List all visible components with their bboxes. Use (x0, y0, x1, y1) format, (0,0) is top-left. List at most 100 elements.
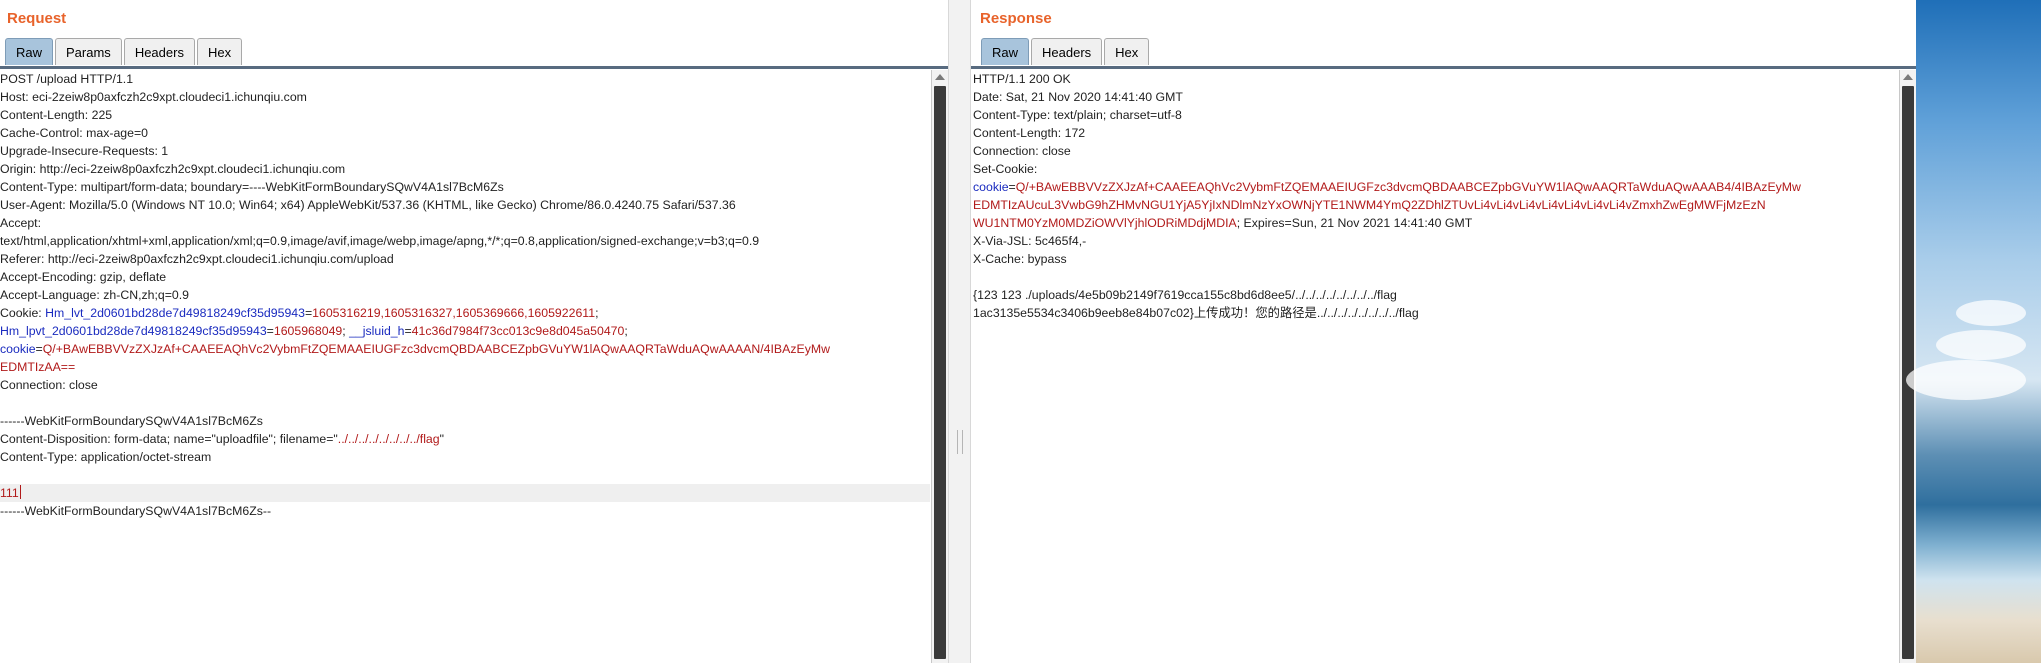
line-text: Accept-Encoding: gzip, deflate (0, 270, 167, 284)
line-text: Host: eci-2zeiw8p0axfczh2c9xpt.cloudeci1… (0, 90, 307, 104)
response-line: Content-Length: 172 (973, 124, 1898, 142)
request-scrollbar[interactable] (931, 70, 948, 663)
response-line: cookie=Q/+BAwEBBVVzZXJzAf+CAAEEAQhVc2Vyb… (973, 178, 1898, 196)
response-line: 1ac3135e5534c3406b9eeb8e84b07c02}上传成功！您的… (973, 304, 1898, 322)
line-text: Cache-Control: max-age=0 (0, 126, 148, 140)
request-line: Content-Type: application/octet-stream (0, 448, 930, 466)
line-text: Origin: http://eci-2zeiw8p0axfczh2c9xpt.… (0, 162, 346, 176)
line-text: ; (595, 306, 599, 320)
request-line: POST /upload HTTP/1.1 (0, 70, 930, 88)
param-value: EDMTIzAUcuL3VwbG9hZHMvNGU1YjA5YjIxNDlmNz… (973, 198, 1766, 212)
request-tab-hex[interactable]: Hex (196, 38, 243, 65)
param-value: Q/+BAwEBBVVzZXJzAf+CAAEEAQhVc2VybmFtZQEM… (42, 342, 830, 356)
request-editor[interactable]: POST /upload HTTP/1.1 Host: eci-2zeiw8p0a… (0, 70, 930, 663)
request-line (0, 394, 930, 412)
param-value: 111 (0, 486, 19, 500)
line-text: Content-Length: 225 (0, 108, 113, 122)
request-line: 111 (0, 484, 930, 502)
param-value: EDMTIzAA== (0, 360, 76, 374)
request-line: Cache-Control: max-age=0 (0, 124, 930, 142)
line-text: ; (624, 324, 628, 338)
line-text: Content-Type: application/octet-stream (0, 450, 212, 464)
request-tab-params[interactable]: Params (55, 38, 122, 65)
line-text: Set-Cookie: (973, 162, 1038, 176)
response-line: Set-Cookie: (973, 160, 1898, 178)
response-tab-hex[interactable]: Hex (1104, 38, 1150, 65)
request-tab-headers[interactable]: Headers (123, 38, 195, 65)
param-value: WU1NTM0YzM0MDZiOWVlYjhlODRiMDdjMDIA (973, 216, 1237, 230)
line-text: Referer: http://eci-2zeiw8p0axfczh2c9xpt… (0, 252, 394, 266)
line-text: ------WebKitFormBoundarySQwV4A1sl7BcM6Zs (0, 414, 263, 428)
line-text: X-Via-JSL: 5c465f4,- (973, 234, 1087, 248)
request-line: Connection: close (0, 376, 930, 394)
request-line: ------WebKitFormBoundarySQwV4A1sl7BcM6Zs… (0, 502, 930, 520)
line-text: User-Agent: Mozilla/5.0 (Windows NT 10.0… (0, 198, 736, 212)
request-line: Host: eci-2zeiw8p0axfczh2c9xpt.cloudeci1… (0, 88, 930, 106)
line-text: POST /upload HTTP/1.1 (0, 72, 134, 86)
response-line: HTTP/1.1 200 OK (973, 70, 1898, 88)
response-line: WU1NTM0YzM0MDZiOWVlYjhlODRiMDdjMDIA; Exp… (973, 214, 1898, 232)
request-line: Upgrade-Insecure-Requests: 1 (0, 142, 930, 160)
param-value: 41c36d7984f73cc013c9e8d045a50470 (411, 324, 625, 338)
response-editor[interactable]: HTTP/1.1 200 OK Date: Sat, 21 Nov 2020 14… (973, 70, 1898, 663)
line-text: Upgrade-Insecure-Requests: 1 (0, 144, 169, 158)
request-line: cookie=Q/+BAwEBBVVzZXJzAf+CAAEEAQhVc2Vyb… (0, 340, 930, 358)
response-line (973, 268, 1898, 286)
response-tab-headers[interactable]: Headers (1031, 38, 1103, 65)
request-tab-underline (0, 66, 948, 69)
line-text: HTTP/1.1 200 OK (973, 72, 1071, 86)
scroll-up-arrow-icon[interactable] (1903, 74, 1913, 80)
param-name: __jsluid_h (349, 324, 405, 338)
line-text: X-Cache: bypass (973, 252, 1067, 266)
request-line: Cookie: Hm_lvt_2d0601bd28de7d49818249cf3… (0, 304, 930, 322)
param-name: Hm_lvt_2d0601bd28de7d49818249cf35d95943 (45, 306, 305, 320)
request-tabs: Raw Params Headers Hex (5, 38, 244, 66)
request-line (0, 466, 930, 484)
request-line: ------WebKitFormBoundarySQwV4A1sl7BcM6Zs (0, 412, 930, 430)
request-line: Accept-Language: zh-CN,zh;q=0.9 (0, 286, 930, 304)
line-text: Content-Type: text/plain; charset=utf-8 (973, 108, 1182, 122)
response-line: X-Via-JSL: 5c465f4,- (973, 232, 1898, 250)
line-text: text/html,application/xhtml+xml,applicat… (0, 234, 760, 248)
request-line: Content-Length: 225 (0, 106, 930, 124)
line-text: " (439, 432, 444, 446)
request-line: Accept-Encoding: gzip, deflate (0, 268, 930, 286)
request-line: Content-Type: multipart/form-data; bound… (0, 178, 930, 196)
response-line: {123 123 ./uploads/4e5b09b2149f7619cca15… (973, 286, 1898, 304)
line-text: ------WebKitFormBoundarySQwV4A1sl7BcM6Zs… (0, 504, 272, 518)
response-line: Date: Sat, 21 Nov 2020 14:41:40 GMT (973, 88, 1898, 106)
line-text: Accept: (0, 216, 42, 230)
text-cursor (19, 485, 21, 499)
param-value: Q/+BAwEBBVVzZXJzAf+CAAEEAQhVc2VybmFtZQEM… (1015, 180, 1801, 194)
line-text: ; Expires=Sun, 21 Nov 2021 14:41:40 GMT (1236, 216, 1473, 230)
desktop-background-photo (1906, 0, 2041, 663)
line-text: = (35, 342, 43, 356)
splitter-grip-icon[interactable] (957, 430, 963, 454)
scroll-up-arrow-icon[interactable] (935, 74, 945, 80)
request-line: User-Agent: Mozilla/5.0 (Windows NT 10.0… (0, 196, 930, 214)
response-line: Connection: close (973, 142, 1898, 160)
line-text: Content-Disposition: form-data; name="up… (0, 432, 338, 446)
line-text: 1ac3135e5534c3406b9eeb8e84b07c02}上传成功！您的… (973, 306, 1419, 320)
response-line: Content-Type: text/plain; charset=utf-8 (973, 106, 1898, 124)
request-line: Origin: http://eci-2zeiw8p0axfczh2c9xpt.… (0, 160, 930, 178)
param-value: 1605968049 (273, 324, 343, 338)
response-title: Response (980, 10, 1052, 27)
line-text: = (404, 324, 412, 338)
response-tab-underline (971, 66, 1916, 69)
pane-splitter[interactable] (948, 0, 971, 663)
line-text: Date: Sat, 21 Nov 2020 14:41:40 GMT (973, 90, 1183, 104)
request-line: Hm_lpvt_2d0601bd28de7d49818249cf35d95943… (0, 322, 930, 340)
response-scrollbar[interactable] (1899, 70, 1916, 663)
line-text: Cookie: (0, 306, 46, 320)
response-pane: Response Raw Headers Hex HTTP/1.1 200 OK… (971, 0, 1916, 663)
param-name: cookie (0, 342, 36, 356)
line-text: = (266, 324, 274, 338)
request-title: Request (7, 10, 67, 27)
response-tab-raw[interactable]: Raw (981, 38, 1030, 65)
response-line: X-Cache: bypass (973, 250, 1898, 268)
request-scrollbar-thumb[interactable] (934, 86, 946, 659)
param-value: 1605316219,1605316327,1605369666,1605922… (312, 306, 596, 320)
request-tab-raw[interactable]: Raw (5, 38, 54, 65)
response-line: EDMTIzAUcuL3VwbG9hZHMvNGU1YjA5YjIxNDlmNz… (973, 196, 1898, 214)
